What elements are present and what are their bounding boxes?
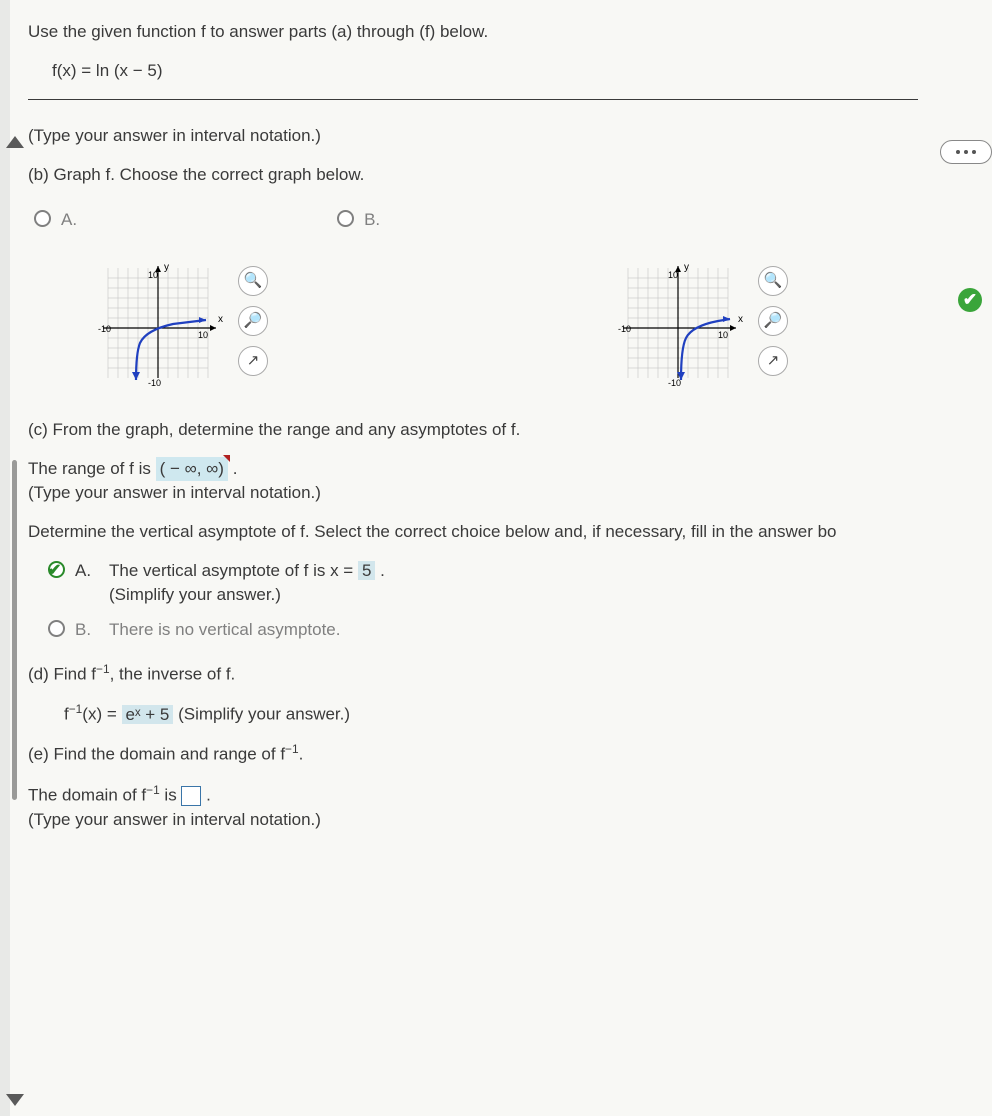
range-hint: (Type your answer in interval notation.) — [28, 483, 321, 502]
question-page: Use the given function f to answer parts… — [10, 0, 992, 1116]
radio-a[interactable] — [34, 210, 51, 227]
function-formula: f(x) = ln (x − 5) — [52, 59, 978, 84]
va-option-a[interactable]: A. The vertical asymptote of f is x = 5 … — [48, 559, 978, 608]
graph-choices: A. B. — [34, 208, 978, 233]
part-c-prompt: (c) From the graph, determine the range … — [28, 418, 978, 443]
va-a-letter: A. — [75, 559, 99, 584]
part-e-prompt: (e) Find the domain and range of f−1. — [28, 741, 978, 767]
svg-text:-10: -10 — [668, 378, 681, 388]
svg-text:y: y — [164, 262, 169, 273]
va-a-text: The vertical asymptote of f is x = 5 . (… — [109, 559, 978, 608]
svg-text:10: 10 — [148, 270, 158, 280]
svg-text:10: 10 — [198, 330, 208, 340]
inverse-answer-line: f−1(x) = eˣ + 5 (Simplify your answer.) — [64, 701, 978, 727]
range-answer[interactable]: ( − ∞, ∞) — [156, 457, 228, 482]
svg-text:-10: -10 — [618, 324, 631, 334]
interval-hint: (Type your answer in interval notation.) — [28, 124, 978, 149]
part-b-prompt: (b) Graph f. Choose the correct graph be… — [28, 163, 978, 188]
graph-a: x y 10 -10 10 -10 — [98, 258, 228, 388]
range-line: The range of f is ( − ∞, ∞) . (Type your… — [28, 457, 978, 506]
va-value[interactable]: 5 — [358, 561, 375, 580]
popout-icon[interactable]: ↗ — [238, 346, 268, 376]
graphs-row: x y 10 -10 10 -10 🔍 🔎 ↗ — [28, 258, 978, 388]
range-pre: The range of f is — [28, 459, 156, 478]
inverse-hint: (Simplify your answer.) — [178, 705, 350, 724]
graph-a-tools: 🔍 🔎 ↗ — [238, 266, 268, 376]
svg-text:x: x — [738, 314, 743, 325]
graph-b-tools: 🔍 🔎 ↗ — [758, 266, 788, 376]
svg-text:10: 10 — [668, 270, 678, 280]
popout-icon[interactable]: ↗ — [758, 346, 788, 376]
domain-input[interactable] — [181, 786, 201, 806]
svg-text:-10: -10 — [148, 378, 161, 388]
choice-a-label: A. — [61, 208, 77, 233]
radio-va-b[interactable] — [48, 620, 65, 637]
range-post: . — [233, 459, 238, 478]
more-button[interactable] — [940, 140, 992, 164]
zoom-in-icon[interactable]: 🔍 — [238, 266, 268, 296]
domain-hint: (Type your answer in interval notation.) — [28, 810, 321, 829]
correct-badge: ✔ — [958, 288, 982, 312]
va-b-text: There is no vertical asymptote. — [109, 618, 978, 643]
choice-b-label: B. — [364, 208, 380, 233]
divider — [28, 99, 918, 100]
graph-b: x y 10 -10 10 -10 — [618, 258, 748, 388]
svg-text:-10: -10 — [98, 324, 111, 334]
graph-b-set: x y 10 -10 10 -10 🔍 🔎 ↗ — [618, 258, 788, 388]
va-prompt: Determine the vertical asymptote of f. S… — [28, 520, 978, 545]
svg-text:10: 10 — [718, 330, 728, 340]
zoom-out-icon[interactable]: 🔎 — [758, 306, 788, 336]
graph-a-set: x y 10 -10 10 -10 🔍 🔎 ↗ — [98, 258, 268, 388]
zoom-in-icon[interactable]: 🔍 — [758, 266, 788, 296]
va-option-b[interactable]: B. There is no vertical asymptote. — [48, 618, 978, 643]
part-d-prompt: (d) Find f−1, the inverse of f. — [28, 661, 978, 687]
svg-text:y: y — [684, 262, 689, 273]
va-b-letter: B. — [75, 618, 99, 643]
choice-b[interactable]: B. — [337, 208, 380, 233]
domain-line: The domain of f−1 is . (Type your answer… — [28, 782, 978, 833]
svg-text:x: x — [218, 314, 223, 325]
radio-va-a[interactable] — [48, 561, 65, 578]
scroll-down-arrow[interactable] — [6, 1094, 24, 1106]
zoom-out-icon[interactable]: 🔎 — [238, 306, 268, 336]
choice-a[interactable]: A. — [34, 208, 77, 233]
question-intro: Use the given function f to answer parts… — [28, 20, 978, 45]
scroll-up-arrow[interactable] — [6, 136, 24, 148]
inverse-answer[interactable]: eˣ + 5 — [122, 705, 174, 724]
va-a-hint: (Simplify your answer.) — [109, 585, 281, 604]
scrollbar-thumb[interactable] — [12, 460, 17, 800]
radio-b[interactable] — [337, 210, 354, 227]
